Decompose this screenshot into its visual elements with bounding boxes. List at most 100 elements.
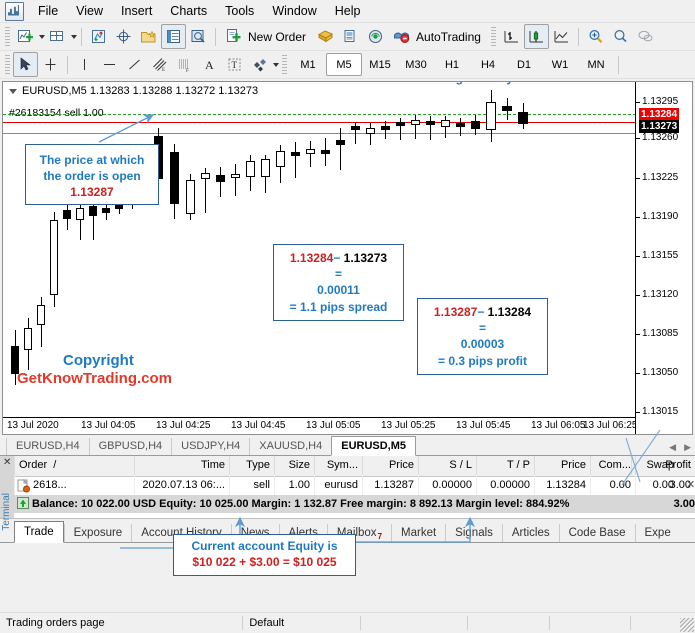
column-price-open[interactable]: Price [362, 456, 418, 475]
timeframe-h4[interactable]: H4 [470, 53, 506, 76]
column-order[interactable]: Order / [14, 456, 134, 475]
timeframe-mn[interactable]: MN [578, 53, 614, 76]
chart-area[interactable]: EURUSD,M5 1.13283 1.13288 1.13272 1.1327… [2, 81, 693, 435]
shapes-dropdown-icon[interactable] [273, 62, 279, 67]
metaeditor-icon[interactable] [338, 24, 363, 49]
chart-tab-gbpusd-h4[interactable]: GBPUSD,H4 [88, 438, 172, 455]
tab-exposure[interactable]: Exposure [63, 524, 132, 542]
timeframe-grip[interactable] [282, 55, 287, 74]
toolbar-grip-2[interactable] [490, 27, 496, 46]
chat-icon[interactable] [633, 24, 658, 49]
timeframe-separator [618, 55, 619, 74]
crosshair-icon[interactable] [111, 24, 136, 49]
tab-code-base[interactable]: Code Base [558, 524, 635, 542]
menu-item-help[interactable]: Help [326, 1, 370, 21]
menu-item-tools[interactable]: Tools [216, 1, 263, 21]
shapes-icon[interactable] [247, 52, 272, 77]
navigator-icon[interactable] [186, 24, 211, 49]
timeframe-w1[interactable]: W1 [542, 53, 578, 76]
indicators-icon[interactable] [86, 24, 111, 49]
tab-experts[interactable]: Expe [634, 524, 680, 542]
terminal-close-icon[interactable]: ✕ [3, 457, 11, 468]
chart-tabs: EURUSD,H4 GBPUSD,H4 USDJPY,H4 XAUUSD,H4 … [0, 435, 695, 456]
column-time[interactable]: Time [134, 456, 229, 475]
profit-callout: 1.13287− 1.13284 = 0.00003 = 0.3 pips pr… [417, 298, 548, 375]
column-price-current[interactable]: Price [534, 456, 590, 475]
toolbar-separator-2 [215, 27, 216, 46]
chart-tabs-nav: ◀ ▶ [669, 442, 691, 453]
new-chart-icon[interactable] [13, 24, 38, 49]
bar-chart-icon[interactable] [499, 24, 524, 49]
line-chart-icon[interactable] [549, 24, 574, 49]
close-order-icon[interactable]: ✕ [682, 476, 695, 495]
vertical-line-icon[interactable] [72, 52, 97, 77]
candlestick-chart-icon[interactable] [523, 24, 549, 49]
autotrading-button[interactable]: AutoTrading [388, 24, 488, 49]
profiles-icon[interactable] [45, 24, 70, 49]
tab-signals[interactable]: Signals [445, 524, 502, 542]
candle [50, 212, 58, 307]
profiles-dropdown-icon[interactable] [71, 34, 77, 39]
chart-canvas[interactable]: EURUSD,M5 1.13283 1.13288 1.13272 1.1327… [3, 82, 692, 434]
time-axis: 13 Jul 2020 13 Jul 04:05 13 Jul 04:25 13… [3, 417, 638, 434]
moving-sideways-annotation: Moving sideways [421, 82, 520, 85]
toolbar-separator-3 [577, 27, 579, 46]
menu-item-view[interactable]: View [67, 1, 112, 21]
chart-tabs-next-icon[interactable]: ▶ [684, 442, 691, 453]
menu-item-charts[interactable]: Charts [161, 1, 216, 21]
menu-item-insert[interactable]: Insert [112, 1, 161, 21]
balance-summary-text: Balance: 10 022.00 USD Equity: 10 025.00… [32, 498, 570, 510]
signals-icon[interactable] [363, 24, 388, 49]
menu-item-window[interactable]: Window [263, 1, 325, 21]
timeframe-m15[interactable]: M15 [362, 53, 398, 76]
table-row[interactable]: 2618... 2020.07.13 06:... sell 1.00 euru… [14, 476, 695, 495]
crosshair-tool-icon[interactable] [38, 52, 63, 77]
equidistant-channel-icon[interactable]: E [147, 52, 172, 77]
tab-trade[interactable]: Trade [14, 521, 64, 543]
tab-market[interactable]: Market [391, 524, 445, 542]
chart-tab-eurusd-m5[interactable]: EURUSD,M5 [331, 436, 417, 456]
drawing-toolbar-grip[interactable] [5, 55, 10, 74]
candle [518, 103, 528, 129]
zoom-out-icon[interactable] [608, 24, 633, 49]
terminal-vertical-label: Terminal [1, 493, 12, 531]
timeframe-h1[interactable]: H1 [434, 53, 470, 76]
column-commission[interactable]: Com... [590, 456, 635, 475]
chart-tab-usdjpy-h4[interactable]: USDJPY,H4 [171, 438, 249, 455]
chart-tab-xauusd-h4[interactable]: XAUUSD,H4 [249, 438, 331, 455]
zoom-in-icon[interactable] [583, 24, 608, 49]
trendline-icon[interactable] [122, 52, 147, 77]
column-type[interactable]: Type [229, 456, 274, 475]
column-sl[interactable]: S / L [418, 456, 476, 475]
column-symbol[interactable]: Sym... [314, 456, 362, 475]
chart-tab-eurusd-h4[interactable]: EURUSD,H4 [6, 438, 89, 455]
text-label-icon[interactable]: T [222, 52, 247, 77]
expert-advisors-icon[interactable] [313, 24, 338, 49]
chart-plot[interactable]: Moving sideways The price at which the o… [3, 82, 636, 418]
horizontal-line-icon[interactable] [97, 52, 122, 77]
time-tick: 13 Jul 06:25 [583, 420, 638, 431]
tab-articles[interactable]: Articles [501, 524, 559, 542]
column-size[interactable]: Size [274, 456, 314, 475]
toolbar-grip[interactable] [5, 27, 10, 46]
market-watch-icon[interactable] [161, 24, 186, 49]
timeframe-m5[interactable]: M5 [326, 53, 362, 76]
time-tick: 13 Jul 2020 [7, 420, 59, 431]
cursor-icon[interactable] [13, 52, 38, 77]
candle [261, 155, 270, 193]
column-tp[interactable]: T / P [476, 456, 534, 475]
resize-grip[interactable] [680, 618, 694, 632]
ask-price-line [3, 122, 636, 123]
templates-icon[interactable] [136, 24, 161, 49]
fibonacci-icon[interactable]: F [172, 52, 197, 77]
column-profit[interactable]: Profit [631, 456, 695, 475]
timeframe-m1[interactable]: M1 [290, 53, 326, 76]
copyright-line1: Copyright [63, 352, 134, 369]
cell-price-open: 1.13287 [362, 476, 418, 495]
chart-tabs-prev-icon[interactable]: ◀ [669, 442, 676, 453]
timeframe-d1[interactable]: D1 [506, 53, 542, 76]
text-icon[interactable]: A [197, 52, 222, 77]
timeframe-m30[interactable]: M30 [398, 53, 434, 76]
menu-item-file[interactable]: File [29, 1, 67, 21]
new-order-button[interactable]: New Order [220, 24, 313, 49]
